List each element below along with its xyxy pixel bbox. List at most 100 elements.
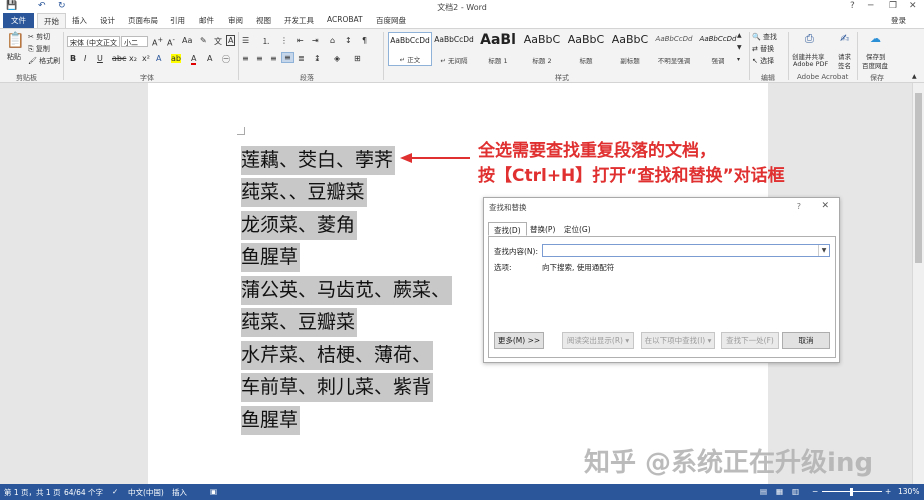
font-color-icon[interactable]: A [191, 54, 197, 65]
align-center-icon[interactable]: ≡ [256, 54, 263, 63]
adobe-pdf-label[interactable]: Adobe PDF [793, 60, 828, 68]
document-paragraph[interactable]: 蒲公英、马齿苋、蕨菜、 [241, 276, 453, 305]
tab-insert[interactable]: 插入 [72, 15, 87, 26]
align-left-icon[interactable]: ≡ [242, 54, 249, 63]
tab-replace[interactable]: 替换(P) [525, 222, 560, 236]
grow-font-icon[interactable]: A+ [152, 36, 163, 48]
subscript-icon[interactable]: x₂ [129, 54, 137, 63]
page-count[interactable]: 第 1 页，共 1 页 [4, 487, 61, 498]
chevron-down-icon[interactable]: ▼ [818, 245, 829, 256]
tab-baidu[interactable]: 百度网盘 [376, 15, 406, 26]
vertical-scrollbar[interactable] [912, 83, 924, 484]
chinese-layout-icon[interactable]: ⌂ [330, 36, 335, 45]
shading-icon[interactable]: ◈ [334, 54, 340, 63]
tab-references[interactable]: 引用 [170, 15, 185, 26]
bold-icon[interactable]: B [70, 54, 76, 63]
style-normal[interactable]: AaBbCcDd ↵ 正文 [388, 32, 432, 66]
document-paragraph[interactable]: 车前草、刺儿菜、紫背 [241, 373, 434, 402]
style-heading-2[interactable]: AaBbC 标题 2 [520, 32, 564, 66]
minimize-icon[interactable]: ─ [868, 1, 873, 11]
styles-more-icon[interactable]: ▾ [737, 56, 740, 63]
find-input[interactable]: ▼ [542, 244, 830, 257]
tab-mailings[interactable]: 邮件 [199, 15, 214, 26]
cut-button[interactable]: ✂ 剪切 [28, 32, 50, 42]
tab-view[interactable]: 视图 [256, 15, 271, 26]
line-spacing-icon[interactable]: ↨ [314, 54, 321, 63]
tab-find[interactable]: 查找(D) [488, 222, 527, 236]
sort-icon[interactable]: ↕ [345, 36, 352, 45]
find-in-button[interactable]: 在以下项中查找(I) ▾ [641, 332, 715, 349]
style-subtitle[interactable]: AaBbC 副标题 [608, 32, 652, 66]
document-paragraph[interactable]: 莼菜、、豆瓣菜 [241, 178, 367, 207]
bullets-icon[interactable]: ☰ [242, 36, 249, 45]
login-link[interactable]: 登录 [891, 15, 906, 26]
paste-icon[interactable]: 📋 [6, 31, 25, 49]
document-paragraph[interactable]: 鱼腥草 [241, 406, 301, 435]
tab-review[interactable]: 审阅 [228, 15, 243, 26]
reading-highlight-button[interactable]: 阅读突出显示(R) ▾ [562, 332, 634, 349]
find-next-button[interactable]: 查找下一处(F) [721, 332, 779, 349]
justify-icon[interactable]: ≡ [281, 52, 294, 63]
tab-layout[interactable]: 页面布局 [128, 15, 158, 26]
more-button[interactable]: 更多(M) >> [494, 332, 544, 349]
enclosed-char-icon[interactable]: ㊀ [222, 54, 230, 65]
format-painter-button[interactable]: 🖌 格式刷 [28, 56, 60, 66]
decrease-indent-icon[interactable]: ⇤ [297, 36, 304, 45]
help-icon[interactable]: ? [850, 1, 855, 11]
font-size-field[interactable]: 小二 [121, 36, 148, 47]
zoom-slider-thumb[interactable] [850, 488, 853, 496]
replace-button[interactable]: ⇄ 替换 [752, 44, 774, 54]
select-button[interactable]: ↖ 选择 [752, 56, 774, 66]
style-no-spacing[interactable]: AaBbCcDd ↵ 无间隔 [432, 32, 476, 66]
change-case-icon[interactable]: Aa [182, 36, 192, 45]
multilevel-icon[interactable]: ⋮ [280, 36, 288, 45]
print-layout-icon[interactable]: ▦ [776, 487, 783, 496]
insert-mode[interactable]: 插入 [172, 487, 187, 498]
document-paragraph[interactable]: 莼菜、豆瓣菜 [241, 308, 358, 337]
zoom-out-icon[interactable]: − [812, 487, 818, 496]
web-layout-icon[interactable]: ▥ [792, 487, 799, 496]
text-effects-icon[interactable]: A [156, 54, 161, 63]
shrink-font-icon[interactable]: A- [167, 36, 175, 48]
scrollbar-thumb[interactable] [915, 93, 922, 263]
paste-button[interactable]: 粘贴 [7, 52, 21, 62]
style-emphasis[interactable]: AaBbCcDd 强调 [696, 32, 740, 66]
show-marks-icon[interactable]: ¶ [362, 36, 367, 45]
close-icon[interactable]: ✕ [909, 1, 917, 11]
zoom-in-icon[interactable]: + [885, 487, 891, 496]
tab-acrobat[interactable]: ACROBAT [327, 15, 363, 24]
cancel-button[interactable]: 取消 [782, 332, 830, 349]
word-count[interactable]: 64/64 个字 [64, 487, 103, 498]
styles-scroll-down-icon[interactable]: ▼ [737, 44, 742, 51]
tab-goto[interactable]: 定位(G) [559, 222, 596, 236]
highlight-icon[interactable]: ab [171, 54, 181, 63]
clear-format-icon[interactable]: ✎ [200, 36, 207, 45]
document-paragraph[interactable]: 鱼腥草 [241, 243, 301, 272]
increase-indent-icon[interactable]: ⇥ [312, 36, 319, 45]
char-shading-icon[interactable]: A [207, 54, 212, 63]
macro-icon[interactable]: ▣ [210, 487, 217, 496]
style-title[interactable]: AaBbC 标题 [564, 32, 608, 66]
document-paragraph[interactable]: 水芹菜、桔梗、薄荷、 [241, 341, 434, 370]
style-heading-1[interactable]: AaBl 标题 1 [476, 32, 520, 66]
tab-file[interactable]: 文件 [3, 13, 34, 28]
align-right-icon[interactable]: ≡ [270, 54, 277, 63]
superscript-icon[interactable]: x² [142, 54, 150, 63]
read-mode-icon[interactable]: ▤ [760, 487, 767, 496]
dialog-close-icon[interactable]: ✕ [821, 201, 829, 211]
styles-scroll-up-icon[interactable]: ▲ [737, 32, 742, 39]
find-button[interactable]: 🔍 查找 [752, 32, 777, 42]
document-paragraph[interactable]: 龙须菜、菱角 [241, 211, 358, 240]
strikethrough-icon[interactable]: abc [112, 54, 126, 63]
copy-button[interactable]: ⎘ 复制 [28, 44, 50, 54]
sign-label[interactable]: 签名 [838, 60, 851, 70]
char-border-icon[interactable]: A [226, 35, 236, 46]
italic-icon[interactable]: I [84, 54, 86, 63]
zoom-level[interactable]: 130% [898, 487, 919, 496]
proofing-icon[interactable]: ✓ [112, 487, 118, 496]
font-name-field[interactable]: 宋体 (中文正文 [67, 36, 120, 47]
restore-icon[interactable]: ❐ [889, 1, 897, 11]
request-sign-icon[interactable]: ✍ [840, 32, 849, 45]
tab-design[interactable]: 设计 [100, 15, 115, 26]
dialog-help-icon[interactable]: ? [797, 202, 801, 211]
